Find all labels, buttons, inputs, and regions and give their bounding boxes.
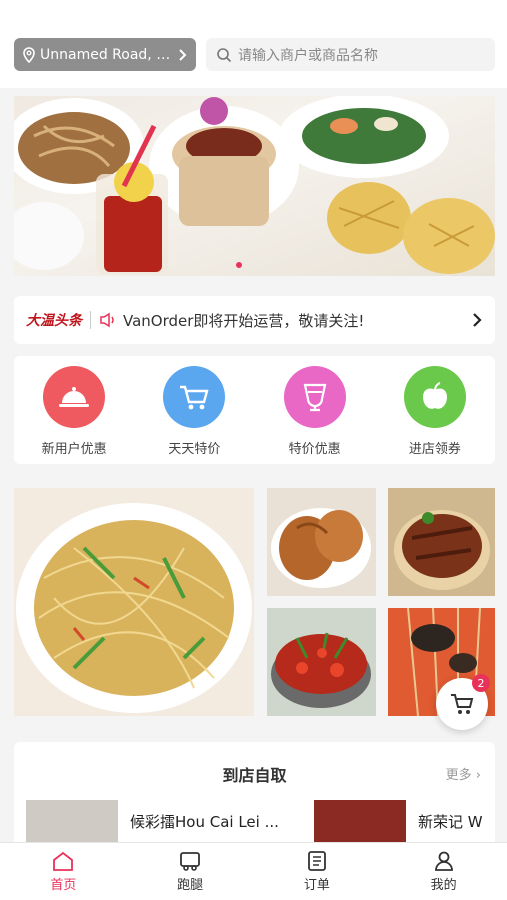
shop-card[interactable]: 候彩擂Hou Cai Lei ... xyxy=(26,800,279,842)
category-daily-special[interactable]: 天天特价 xyxy=(144,366,244,464)
delivery-icon xyxy=(180,852,201,871)
location-selector[interactable]: Unnamed Road, X... xyxy=(14,38,196,71)
news-ticker[interactable]: 大温头条 VanOrder即将开始运营，敬请关注! xyxy=(14,296,495,344)
cart-icon xyxy=(451,694,474,714)
featured-chicken-image[interactable] xyxy=(267,488,376,596)
search-icon xyxy=(217,47,232,62)
shop-name: 候彩擂Hou Cai Lei ... xyxy=(130,812,279,831)
top-bar: Unnamed Road, X... 请输入商户或商品名称 xyxy=(0,0,507,88)
chevron-right-icon[interactable] xyxy=(471,311,483,329)
cart-icon xyxy=(163,366,226,428)
shop-logo-image xyxy=(26,800,118,842)
speaker-icon xyxy=(100,312,114,328)
drink-icon xyxy=(283,366,346,428)
tab-home[interactable]: 首页 xyxy=(0,843,127,900)
featured-food-grid xyxy=(14,488,495,716)
news-brand-logo: 大温头条 xyxy=(26,313,82,329)
cart-count-badge: 2 xyxy=(472,674,490,692)
location-text: Unnamed Road, X... xyxy=(40,46,178,63)
apple-icon xyxy=(403,366,466,428)
tab-profile[interactable]: 我的 xyxy=(380,843,507,900)
profile-icon xyxy=(434,851,453,871)
bottom-tab-bar: 首页 跑腿 订单 我的 xyxy=(0,842,507,900)
promo-banner[interactable] xyxy=(14,96,495,276)
location-pin-icon xyxy=(23,46,35,63)
pickup-section: 到店自取 更多 › 候彩擂Hou Cai Lei ... 新荣记 W xyxy=(14,742,495,842)
search-placeholder: 请输入商户或商品名称 xyxy=(238,47,378,64)
shop-card[interactable]: 新荣记 W xyxy=(314,800,483,842)
banner-food-image xyxy=(14,96,495,274)
floating-cart-button[interactable]: 2 xyxy=(436,674,490,730)
home-icon xyxy=(53,851,74,871)
category-new-user[interactable]: 新用户优惠 xyxy=(24,366,124,464)
chevron-right-icon: › xyxy=(475,768,481,783)
banner-page-indicator[interactable] xyxy=(236,262,242,268)
search-input[interactable]: 请输入商户或商品名称 xyxy=(206,38,495,71)
featured-ribs-image[interactable] xyxy=(388,488,495,596)
news-message: VanOrder即将开始运营，敬请关注! xyxy=(123,311,365,330)
shop-logo-image xyxy=(314,800,406,842)
orders-icon xyxy=(307,851,326,871)
category-shortcuts: 新用户优惠 天天特价 特价优惠 进店领券 xyxy=(14,356,495,464)
category-coupons[interactable]: 进店领券 xyxy=(385,366,485,464)
tab-orders[interactable]: 订单 xyxy=(254,843,381,900)
category-discount[interactable]: 特价优惠 xyxy=(265,366,365,464)
section-title: 到店自取 xyxy=(222,766,287,785)
tab-errand[interactable]: 跑腿 xyxy=(127,843,254,900)
featured-crayfish-image[interactable] xyxy=(267,608,376,716)
shop-name: 新荣记 W xyxy=(418,812,483,831)
chevron-right-icon xyxy=(179,48,187,61)
more-link[interactable]: 更多 › xyxy=(446,764,481,783)
dish-cover-icon xyxy=(43,366,106,428)
featured-noodles-image[interactable] xyxy=(14,488,254,716)
